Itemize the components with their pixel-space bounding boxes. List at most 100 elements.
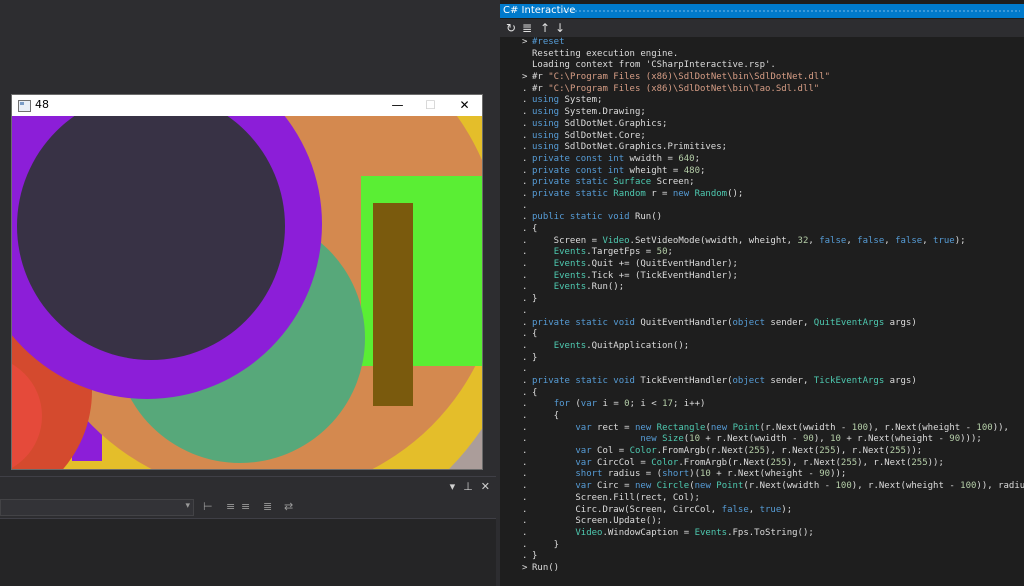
code-token: )), <box>992 422 1009 433</box>
code-token: Random <box>613 188 646 199</box>
prompt-marker: . <box>522 422 528 433</box>
code-token: Events <box>694 527 728 538</box>
code-token: public static void <box>532 212 630 223</box>
code-text: var CircCol = Color.FromArgb(r.Next(255)… <box>532 458 944 470</box>
code-token: Circ = <box>591 481 635 492</box>
code-token: } <box>532 539 560 550</box>
code-text: Video.WindowCaption = Events.Fps.ToStrin… <box>532 527 813 540</box>
interactive-code-area[interactable]: > #reset Resetting execution engine. Loadin… <box>500 37 1024 586</box>
code-token: { <box>532 329 538 340</box>
code-text: Screen = Video.SetVideoMode(wwidth, whei… <box>532 236 966 248</box>
code-token: 17 <box>662 399 673 410</box>
close-button[interactable]: ✕ <box>448 95 481 116</box>
history-previous-icon[interactable]: ↑ <box>540 20 550 36</box>
code-text: private static Surface Screen; <box>532 177 695 189</box>
code-line: > #r "C:\Program Files (x86)\SdlDotNet\bi… <box>500 72 1024 84</box>
code-token: ; <box>667 247 673 258</box>
code-text: Events.QuitApplication(); <box>532 341 689 353</box>
interactive-titlebar[interactable]: C# Interactive <box>500 4 1024 18</box>
prompt-marker: . <box>522 224 528 234</box>
code-token: (r.Next(wwidth - <box>743 481 836 492</box>
prompt-marker: . <box>522 434 528 445</box>
code-token: private static <box>532 188 608 199</box>
code-token: r = <box>645 188 673 199</box>
code-token: ), r.Next( <box>857 457 912 468</box>
prompt-marker: . <box>522 282 528 293</box>
code-token: new <box>710 422 728 433</box>
word-wrap-icon[interactable]: ⇄ <box>284 500 293 513</box>
code-token: Circle <box>656 481 690 492</box>
prompt-marker: . <box>522 469 528 480</box>
prompt-marker: . <box>522 107 528 118</box>
code-text: { <box>532 329 537 341</box>
code-token: using <box>532 95 560 106</box>
sdl-window-titlebar[interactable]: 48 — ☐ ✕ <box>12 95 482 116</box>
close-panel-button[interactable]: ✕ <box>481 480 490 493</box>
csharp-interactive-pane: C# Interactive ↻ ≣ ↑ ↓ > #reset Resetting … <box>500 0 1024 586</box>
code-token: .TargetFps = <box>586 247 657 258</box>
clear-all-icon[interactable]: ≣ <box>263 500 272 513</box>
find-message-icon[interactable]: ⊢ <box>203 500 213 513</box>
prompt-marker: . <box>522 516 528 527</box>
code-token: Video <box>602 235 630 246</box>
code-token: radius = ( <box>602 469 663 480</box>
code-token: Random <box>694 188 728 199</box>
code-token: Run() <box>532 562 560 573</box>
code-token: )); <box>905 446 923 457</box>
code-token: Events <box>553 259 587 270</box>
panel-window-controls: ▾ ⊥ ✕ <box>450 480 490 493</box>
code-line: . using SdlDotNet.Graphics.Primitives; <box>500 142 1024 154</box>
code-token: short <box>662 469 690 480</box>
code-token: Rectangle <box>656 422 706 433</box>
code-line: . Events.Quit += (QuitEventHandler); <box>500 259 1024 271</box>
code-token: 10 <box>700 469 711 480</box>
history-next-icon[interactable]: ↓ <box>555 20 565 36</box>
code-token: 640 <box>678 153 695 164</box>
code-token: Circ.Draw(Screen, CircCol, <box>532 504 722 515</box>
code-token: wwidth = <box>624 153 679 164</box>
code-token: 255 <box>770 457 787 468</box>
code-text: Events.TargetFps = 50; <box>532 247 673 259</box>
prompt-marker: . <box>522 270 528 281</box>
code-line: . <box>500 306 1024 318</box>
prompt-marker: . <box>522 481 528 492</box>
code-token: Events <box>553 247 587 258</box>
prompt-marker: . <box>522 364 528 375</box>
prompt-marker: . <box>522 177 528 188</box>
code-token: )), radius); <box>976 481 1024 492</box>
prompt-marker: . <box>522 375 528 386</box>
maximize-button[interactable]: ☐ <box>414 95 447 116</box>
clear-screen-icon[interactable]: ≣ <box>522 20 532 36</box>
code-line: Loading context from 'CSharpInteractive.… <box>500 60 1024 72</box>
code-token: + r.Next(wheight - <box>710 469 820 480</box>
code-text: new Size(10 + r.Next(wwidth - 90), 10 + … <box>532 434 981 446</box>
code-line: . private static Surface Screen; <box>500 177 1024 189</box>
code-token: ; i++) <box>672 399 706 410</box>
code-token: )( <box>689 469 700 480</box>
code-token: , <box>846 235 858 246</box>
align-left-icon[interactable]: ≡ <box>226 500 235 513</box>
minimize-button[interactable]: — <box>381 95 414 116</box>
code-token: 90 <box>819 469 831 480</box>
pin-icon[interactable]: ⊥ <box>463 480 473 493</box>
code-token: Events <box>553 282 587 293</box>
prompt-marker: > <box>522 37 528 47</box>
code-token: object <box>732 375 766 386</box>
code-token: 255 <box>748 446 766 457</box>
code-token: #r <box>532 83 549 94</box>
code-token: (r.Next(wwidth - <box>759 422 852 433</box>
code-line: . private static void QuitEventHandler(ob… <box>500 318 1024 330</box>
code-text: #r "C:\Program Files (x86)\SdlDotNet\bin… <box>532 72 830 84</box>
code-token: Video <box>575 527 603 538</box>
align-right-icon[interactable]: ≡ <box>241 500 250 513</box>
output-source-dropdown[interactable]: ▾ <box>0 499 194 516</box>
code-line: . <box>500 201 1024 213</box>
code-text: using SdlDotNet.Graphics; <box>532 119 667 131</box>
reset-icon[interactable]: ↻ <box>506 20 516 36</box>
panel-menu-button[interactable]: ▾ <box>450 480 456 493</box>
code-token: } <box>532 551 538 562</box>
code-token: 100 <box>851 422 869 433</box>
code-token: ), r.Next(wheight - <box>868 422 977 433</box>
code-text: var Circ = new Circle(new Point(r.Next(w… <box>532 481 1024 493</box>
